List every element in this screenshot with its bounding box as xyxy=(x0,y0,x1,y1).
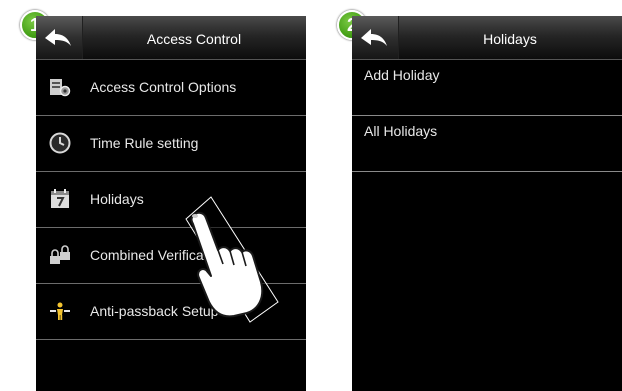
access-control-screen: Access Control Access Control Options Ti… xyxy=(36,16,306,391)
header-bar: Holidays xyxy=(352,16,622,60)
menu-item-time-rule-setting[interactable]: Time Rule setting xyxy=(36,116,306,172)
clock-icon xyxy=(49,132,71,154)
back-button[interactable] xyxy=(36,16,83,59)
menu-item-add-holiday[interactable]: Add Holiday xyxy=(352,60,622,116)
combined-lock-icon xyxy=(50,245,70,264)
menu-item-label: Add Holiday xyxy=(364,67,440,83)
menu-item-all-holidays[interactable]: All Holidays xyxy=(352,116,622,172)
page-title: Access Control xyxy=(146,31,242,47)
back-arrow-icon xyxy=(361,29,387,46)
menu-item-label: Access Control Options xyxy=(90,79,237,95)
menu-item-label: Time Rule setting xyxy=(90,135,199,151)
back-arrow-icon xyxy=(45,29,71,46)
holidays-screen: Holidays Add Holiday All Holidays xyxy=(352,16,622,391)
access-options-icon xyxy=(50,79,71,97)
menu-item-access-control-options[interactable]: Access Control Options xyxy=(36,60,306,116)
tap-hand-icon xyxy=(185,196,279,323)
header-bar: Access Control xyxy=(36,16,306,60)
back-button[interactable] xyxy=(352,16,399,59)
menu-item-label: All Holidays xyxy=(364,123,438,139)
anti-passback-icon xyxy=(50,302,70,320)
page-title: Holidays xyxy=(483,31,537,47)
menu-item-label: Holidays xyxy=(90,191,144,207)
calendar-icon xyxy=(51,189,69,208)
